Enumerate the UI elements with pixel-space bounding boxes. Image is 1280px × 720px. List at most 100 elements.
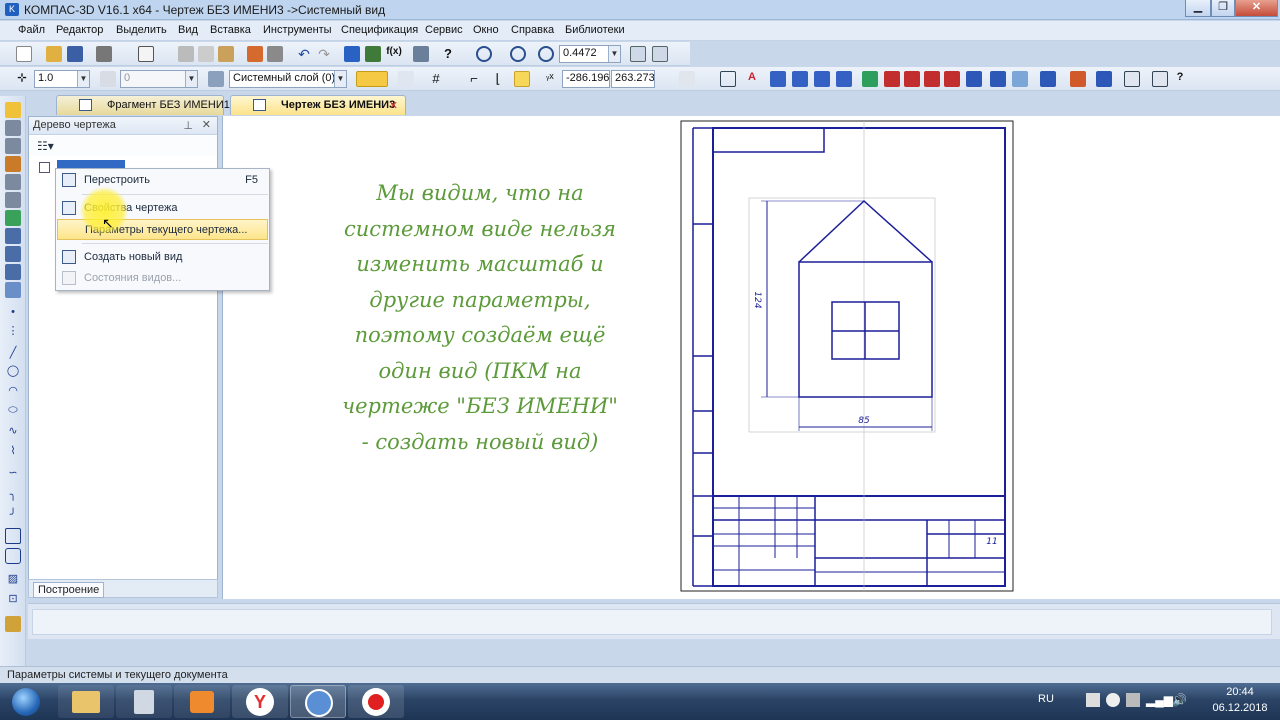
clock-time[interactable]: 20:44 bbox=[1216, 686, 1264, 698]
insert-tool-icon[interactable] bbox=[5, 282, 21, 298]
menu-specification[interactable]: Спецификация bbox=[341, 24, 418, 36]
manager-icon[interactable] bbox=[344, 46, 360, 62]
new-icon[interactable] bbox=[16, 46, 32, 62]
layers-icon[interactable] bbox=[1012, 71, 1028, 87]
menu-item-rebuild[interactable]: Перестроить F5 bbox=[57, 170, 268, 191]
zoom-window-icon[interactable] bbox=[476, 46, 492, 62]
undo-icon[interactable]: ↶ bbox=[296, 46, 312, 62]
ortho-mode-icon[interactable]: ⌐ bbox=[466, 71, 482, 87]
yandex-browser-icon[interactable]: Y bbox=[232, 685, 288, 718]
start-button[interactable] bbox=[2, 683, 48, 720]
orthogonal-icon[interactable] bbox=[398, 71, 414, 87]
snap-icon[interactable] bbox=[356, 71, 388, 87]
coord-x-field[interactable]: -286.196 bbox=[562, 70, 610, 88]
menu-select[interactable]: Выделить bbox=[116, 24, 167, 36]
update-icon[interactable] bbox=[1106, 693, 1120, 707]
select-icon[interactable] bbox=[1040, 71, 1056, 87]
dimensions-icon[interactable] bbox=[5, 120, 21, 136]
chevron-down-icon[interactable]: ▼ bbox=[77, 71, 89, 87]
layer-select[interactable]: Системный слой (0) ▼ bbox=[229, 70, 347, 88]
tab-fragment[interactable]: Фрагмент БЕЗ ИМЕНИ1 bbox=[56, 95, 230, 115]
coord-y-field[interactable]: 263.2739 bbox=[611, 70, 655, 88]
menu-insert[interactable]: Вставка bbox=[210, 24, 251, 36]
preview-icon[interactable] bbox=[138, 46, 154, 62]
pin-icon[interactable]: ⊥ bbox=[183, 119, 193, 132]
arc-icon[interactable]: ◠ bbox=[5, 384, 21, 400]
segment-icon[interactable]: ╱ bbox=[5, 346, 21, 362]
minimize-icon[interactable]: ▁ bbox=[1185, 0, 1211, 17]
circle-icon[interactable]: ◯ bbox=[5, 364, 21, 380]
help-icon[interactable]: ? bbox=[440, 46, 456, 62]
redo-icon[interactable]: ↷ bbox=[316, 46, 332, 62]
spline-icon[interactable]: ∿ bbox=[5, 424, 21, 440]
eraser-icon[interactable] bbox=[862, 71, 878, 87]
view-icon[interactable] bbox=[720, 71, 736, 87]
menu-service[interactable]: Сервис bbox=[425, 24, 463, 36]
help-icon[interactable]: ? bbox=[1172, 71, 1188, 87]
menu-help[interactable]: Справка bbox=[511, 24, 554, 36]
red-bar-4-icon[interactable] bbox=[944, 71, 960, 87]
arrow-blue-3-icon[interactable] bbox=[814, 71, 830, 87]
kompas-app-icon[interactable] bbox=[290, 685, 346, 718]
square-blue-icon[interactable] bbox=[990, 71, 1006, 87]
print-icon[interactable] bbox=[96, 46, 112, 62]
chevron-down-icon[interactable]: ▼ bbox=[334, 71, 346, 87]
format-icon[interactable] bbox=[247, 46, 263, 62]
grid-icon[interactable]: # bbox=[428, 71, 444, 87]
dimension-icon[interactable]: A bbox=[744, 71, 760, 87]
zoom-select[interactable]: 0.4472 ▼ bbox=[559, 45, 621, 63]
network-flag-icon[interactable] bbox=[1086, 693, 1100, 707]
signal-icon[interactable]: ▂▄▆ bbox=[1146, 693, 1173, 707]
fillet-icon[interactable]: ╮ bbox=[5, 488, 21, 504]
paste-icon[interactable] bbox=[218, 46, 234, 62]
polygon-icon[interactable] bbox=[5, 548, 21, 564]
calculator-icon[interactable] bbox=[116, 685, 172, 718]
scale-field[interactable]: 1.0 ▼ bbox=[34, 70, 90, 88]
chevron-down-icon[interactable]: ▼ bbox=[608, 46, 620, 62]
point-icon[interactable]: • bbox=[5, 306, 21, 322]
snap-grid-icon[interactable]: ⊹ bbox=[14, 71, 30, 87]
list-icon[interactable] bbox=[1152, 71, 1168, 87]
spec-icon[interactable] bbox=[1124, 71, 1140, 87]
menu-window[interactable]: Окно bbox=[473, 24, 499, 36]
maximize-icon[interactable]: ❐ bbox=[1211, 0, 1235, 17]
variables-icon[interactable]: f(x) bbox=[386, 46, 402, 62]
hatch-icon[interactable]: ▨ bbox=[5, 572, 21, 588]
menu-tools[interactable]: Инструменты bbox=[263, 24, 332, 36]
cut-icon[interactable] bbox=[178, 46, 194, 62]
library-icon[interactable] bbox=[365, 46, 381, 62]
display-icon[interactable] bbox=[1126, 693, 1140, 707]
language-indicator[interactable]: RU bbox=[1038, 693, 1054, 705]
explorer-icon[interactable] bbox=[58, 685, 114, 718]
zoom-in-icon[interactable] bbox=[510, 46, 526, 62]
pan-icon[interactable] bbox=[630, 46, 646, 62]
menu-libraries[interactable]: Библиотеки bbox=[565, 24, 625, 36]
reports-icon[interactable] bbox=[5, 264, 21, 280]
close-icon[interactable]: ✕ bbox=[202, 118, 211, 131]
kompas-task-icon[interactable] bbox=[174, 685, 230, 718]
clear-icon[interactable] bbox=[679, 71, 695, 87]
arrow-blue-2-icon[interactable] bbox=[792, 71, 808, 87]
measure-icon[interactable] bbox=[5, 192, 21, 208]
auxline-icon[interactable]: ⋮ bbox=[5, 324, 21, 340]
arrow-blue-icon[interactable] bbox=[770, 71, 786, 87]
edit-icon[interactable] bbox=[5, 156, 21, 172]
volume-icon[interactable]: 🔊 bbox=[1172, 693, 1187, 707]
local-cs-icon[interactable]: ⌊ bbox=[490, 71, 506, 87]
open-icon[interactable] bbox=[46, 46, 62, 62]
tab-construction[interactable]: Построение bbox=[33, 582, 105, 598]
symbols-icon[interactable] bbox=[5, 138, 21, 154]
cursor-coords-icon[interactable] bbox=[514, 71, 530, 87]
menu-editor[interactable]: Редактор bbox=[56, 24, 103, 36]
tab-drawing[interactable]: Чертеж БЕЗ ИМЕНИ3 ✕ bbox=[230, 95, 406, 115]
red-bar-icon[interactable] bbox=[884, 71, 900, 87]
chamfer-icon[interactable]: ╯ bbox=[5, 508, 21, 524]
close-tab-icon[interactable]: ✕ bbox=[389, 99, 398, 112]
rectangle-icon[interactable] bbox=[5, 528, 21, 544]
step-field[interactable]: 0 ▼ bbox=[120, 70, 198, 88]
parametrization-icon[interactable] bbox=[5, 174, 21, 190]
grid-table-icon[interactable] bbox=[1070, 71, 1086, 87]
menu-file[interactable]: Файл bbox=[18, 24, 45, 36]
clock-date[interactable]: 06.12.2018 bbox=[1208, 702, 1272, 714]
close-icon[interactable]: ✕ bbox=[1235, 0, 1278, 17]
